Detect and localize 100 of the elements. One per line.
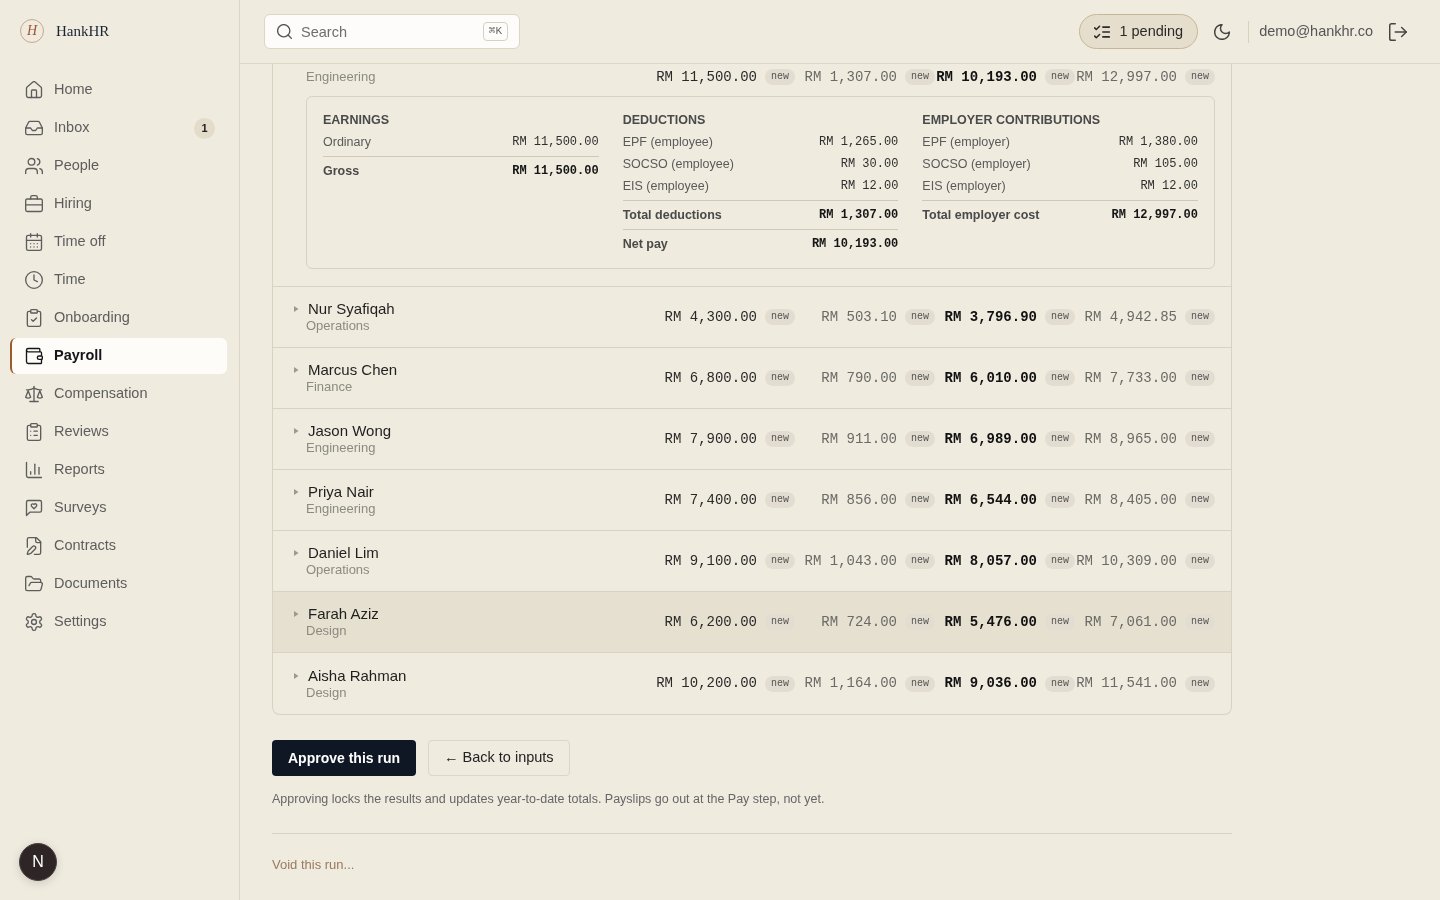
amount-text: RM 790.00 [821, 368, 897, 388]
nav-item[interactable]: Onboarding [10, 300, 227, 336]
payroll-row[interactable]: Marcus Chen Finance RM 6,800.00 new RM 790.00 new RM 6,010.00 new RM 7,733.00 new [273, 348, 1231, 409]
status-badge: new [1045, 370, 1075, 386]
status-badge: new [1185, 69, 1215, 85]
nav-item[interactable]: Hiring [10, 186, 227, 222]
status-badge: new [765, 370, 795, 386]
employee-name: Jason Wong [308, 422, 392, 440]
section-heading: EARNINGS [323, 113, 390, 127]
payroll-row[interactable]: Aisha Rahman Design RM 10,200.00 new RM 1,164.00 new RM 9,036.00 new RM 11,541.00 new [273, 653, 1231, 714]
amount-text: RM 12,997.00 [1076, 67, 1177, 87]
amount-text: RM 7,061.00 [1084, 612, 1177, 632]
caret-icon[interactable] [293, 672, 299, 679]
back-button[interactable]: ← Back to inputs [428, 740, 570, 776]
nav-item[interactable]: Compensation [10, 376, 227, 412]
amount-text: RM 7,733.00 [1084, 368, 1177, 388]
void-link[interactable]: Void this run... [272, 854, 355, 875]
nav-item[interactable]: Documents [10, 566, 227, 602]
amount-text: RM 8,405.00 [1084, 490, 1177, 510]
line-amount: RM 1,380.00 [1118, 134, 1198, 151]
nav-item[interactable]: Payroll [10, 338, 227, 374]
caret-icon[interactable] [293, 428, 299, 434]
approve-button[interactable]: Approve this run [272, 740, 416, 776]
status-badge: new [905, 431, 935, 447]
amount-text: RM 1,043.00 [804, 551, 897, 571]
help-text: Approving locks the results and updates year-to-date totals. Payslips go out at the Pay step, not yet. [272, 791, 826, 808]
amount-text: RM 911.00 [821, 429, 897, 449]
amount-text: RM 724.00 [821, 612, 897, 632]
status-badge: new [905, 69, 935, 85]
nav-item[interactable]: Reviews [10, 414, 227, 450]
status-badge: new [1045, 492, 1075, 508]
file-pen-icon [25, 537, 43, 555]
section-heading: EMPLOYER CONTRIBUTIONS [922, 113, 1102, 127]
theme-toggle-button[interactable] [1214, 23, 1231, 40]
amount-text: RM 6,010.00 [944, 368, 1037, 388]
nav-item[interactable]: Settings [10, 604, 227, 640]
nav-item[interactable]: Reports [10, 452, 227, 488]
status-badge: new [905, 370, 935, 386]
people-icon [25, 157, 43, 175]
settings-icon [25, 613, 43, 631]
nav-item[interactable]: Inbox 1 [10, 110, 227, 146]
pending-button[interactable]: 1 pending [1079, 14, 1199, 49]
amount-text: RM 856.00 [821, 490, 897, 510]
house-icon [25, 81, 43, 99]
total-label: Total deductions [622, 206, 722, 224]
clock-icon [25, 271, 43, 289]
line-label: EPF (employer) [922, 133, 1010, 151]
moon-icon [1214, 23, 1231, 40]
payroll-row[interactable]: Nur Syafiqah Operations RM 4,300.00 new RM 503.10 new RM 3,796.90 new RM 4,942.85 new [273, 287, 1231, 348]
department-text: Finance [306, 379, 354, 395]
total-amount: RM 10,193.00 [811, 236, 899, 253]
status-badge: new [1185, 492, 1215, 508]
status-badge: new [765, 431, 795, 447]
amount-text: RM 6,200.00 [664, 612, 757, 632]
amount-text: RM 8,965.00 [1084, 429, 1177, 449]
status-badge: new [765, 675, 795, 692]
caret-icon[interactable] [293, 367, 299, 373]
amount-text: RM 6,544.00 [944, 490, 1037, 510]
employee-name: Daniel Lim [308, 544, 379, 562]
amount-text: RM 10,200.00 [656, 674, 757, 693]
caret-icon[interactable] [293, 489, 299, 495]
caret-icon[interactable] [293, 306, 299, 312]
department-text: Operations [306, 318, 371, 334]
dev-tools-button[interactable]: N [19, 843, 57, 881]
nav-item[interactable]: Time [10, 262, 227, 298]
nav-item[interactable]: People [10, 148, 227, 184]
section-heading: DEDUCTIONS [622, 113, 707, 127]
amount-text: RM 6,800.00 [664, 368, 757, 388]
amount-text: RM 11,500.00 [656, 67, 757, 87]
payroll-row[interactable]: Jason Wong Engineering RM 7,900.00 new RM 911.00 new RM 6,989.00 new RM 8,965.00 new [273, 409, 1231, 470]
nav-item[interactable]: Time off [10, 224, 227, 260]
clipboard-check-icon [25, 309, 43, 327]
amount-text: RM 10,193.00 [936, 67, 1037, 87]
bar-chart-icon [25, 461, 43, 479]
amount-text: RM 8,057.00 [944, 551, 1037, 571]
caret-icon[interactable] [293, 611, 299, 617]
status-badge: new [905, 675, 935, 692]
logout-button[interactable] [1389, 22, 1407, 41]
brand-name: HankHR [56, 21, 110, 41]
employee-name: Nur Syafiqah [308, 300, 395, 318]
nav-item[interactable]: Surveys [10, 490, 227, 526]
status-badge: new [1045, 614, 1075, 630]
briefcase-icon [25, 195, 43, 213]
caret-icon[interactable] [293, 550, 299, 556]
payroll-row[interactable]: Priya Nair Engineering RM 7,400.00 new RM 856.00 new RM 6,544.00 new RM 8,405.00 new [273, 470, 1231, 531]
user-email: demo@hankhr.co [1259, 21, 1373, 41]
line-label: EIS (employer) [922, 177, 1006, 195]
status-badge: new [1045, 309, 1075, 325]
status-badge: new [905, 492, 935, 508]
line-amount: RM 105.00 [1133, 156, 1198, 173]
nav-item[interactable]: Contracts [10, 528, 227, 564]
payroll-row[interactable]: Farah Aziz Design RM 6,200.00 new RM 724.00 new RM 5,476.00 new RM 7,061.00 new [273, 592, 1231, 653]
count-badge: 1 [194, 117, 215, 139]
shortcut-hint: ⌘K [482, 22, 508, 41]
amount-text: RM 1,307.00 [804, 67, 897, 87]
status-badge: new [905, 553, 935, 569]
search-icon [277, 24, 292, 39]
line-label: Ordinary [323, 133, 371, 151]
nav-item[interactable]: Home [10, 72, 227, 108]
department-text: Engineering [306, 501, 376, 517]
